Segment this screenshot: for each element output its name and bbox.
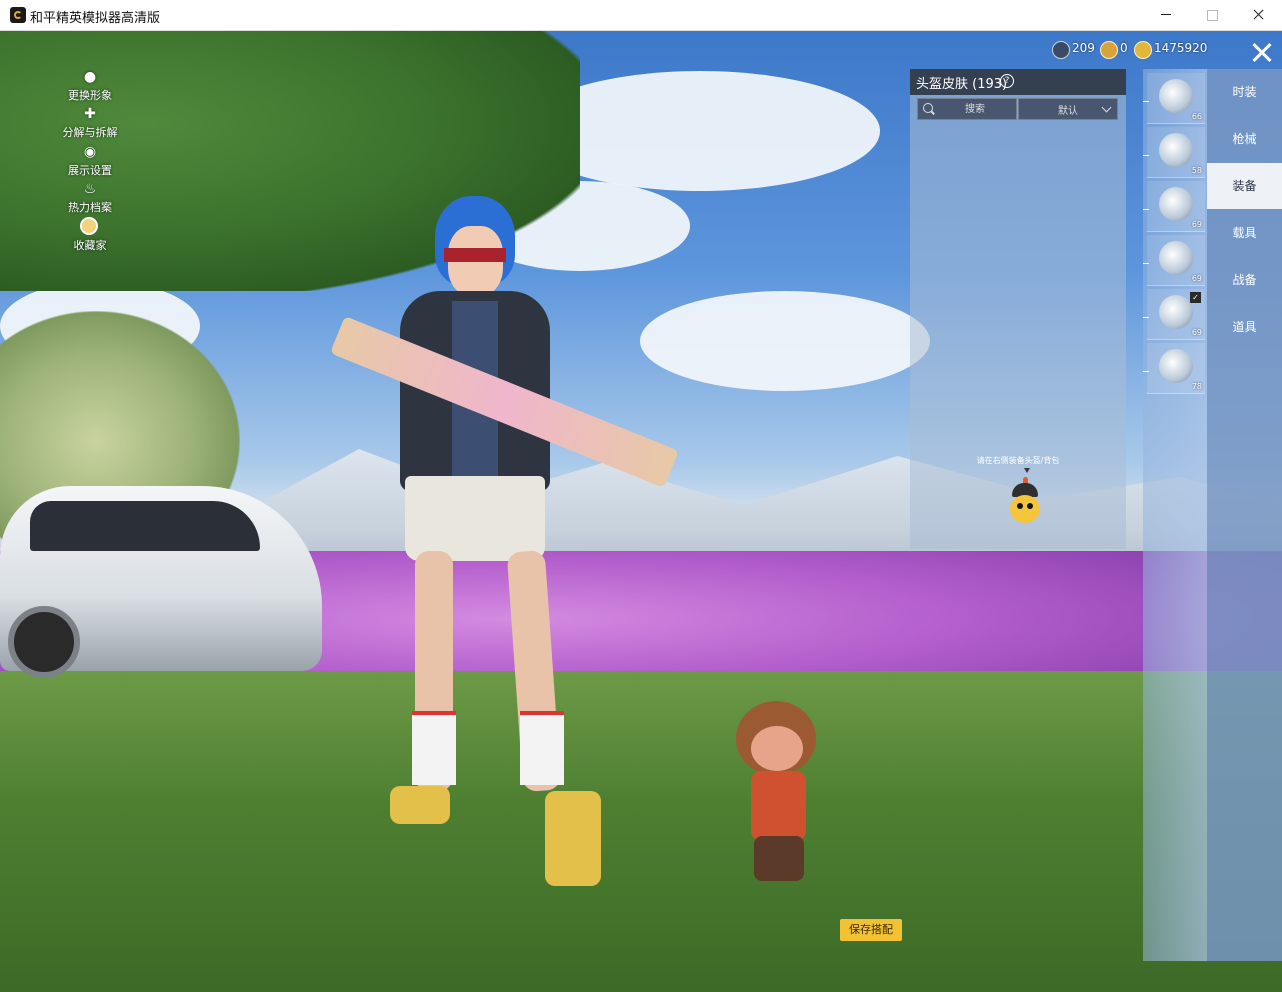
tab-weapons[interactable]: 枪械 (1207, 116, 1282, 162)
character-shoe (545, 791, 601, 886)
menu-label: 热力档案 (68, 201, 112, 214)
currency-value: 0 (1120, 41, 1128, 55)
category-sidebar: 时装 枪械 装备 载具 战备 道具 (1207, 69, 1282, 961)
item-slot[interactable]: 66 (1143, 73, 1205, 124)
character-blindfold (444, 248, 506, 262)
hint-arrow-icon (1024, 468, 1030, 473)
search-input[interactable] (936, 99, 1014, 119)
pet-face (751, 726, 803, 771)
app-icon (10, 7, 26, 23)
mascot-eye (1027, 503, 1033, 509)
close-icon[interactable] (1247, 37, 1277, 67)
item-slot[interactable]: 69 (1143, 235, 1205, 286)
pet-legs (754, 836, 804, 881)
item-tick (1143, 209, 1149, 210)
item-tick (1143, 101, 1149, 102)
item-slot[interactable]: ✓ 69 (1143, 289, 1205, 340)
meadow-ground (0, 671, 1282, 992)
helmet-skin-icon (1159, 79, 1193, 113)
helmet-skin-icon (1159, 241, 1193, 275)
tab-props[interactable]: 道具 (1207, 304, 1282, 350)
help-icon[interactable]: ? (1000, 74, 1014, 88)
coin-blue-icon (1052, 41, 1070, 59)
search-box[interactable] (917, 98, 1017, 120)
cloud (640, 291, 930, 391)
tab-vehicles[interactable]: 载具 (1207, 210, 1282, 256)
menu-heat-profile[interactable]: ♨ 热力档案 (50, 181, 130, 215)
currency-value: 1475920 (1154, 41, 1208, 55)
tab-equipment[interactable]: 装备 (1207, 163, 1282, 209)
item-slot[interactable]: 78 (1143, 343, 1205, 394)
close-window-button[interactable] (1235, 0, 1281, 30)
menu-change-appearance[interactable]: ● 更换形象 (50, 69, 130, 103)
helmet-skin-icon (1159, 187, 1193, 221)
menu-collector[interactable]: 收藏家 (50, 217, 130, 253)
sort-label: 默认 (1058, 106, 1078, 117)
car-window (30, 501, 260, 551)
item-tag-icon: ✓ (1190, 292, 1201, 303)
mascot-eye (1017, 503, 1023, 509)
item-slot[interactable]: 69 (1143, 181, 1205, 232)
tab-combat-gear[interactable]: 战备 (1207, 257, 1282, 303)
coin-gold-a-icon (1100, 41, 1118, 59)
person-icon: ● (83, 69, 97, 85)
tab-fashion[interactable]: 时装 (1207, 69, 1282, 115)
item-tick (1143, 155, 1149, 156)
helmet-skin-icon (1159, 295, 1193, 329)
window-title: 和平精英模拟器高清版 (30, 11, 161, 26)
mascot-body (1010, 495, 1040, 523)
item-tick (1143, 371, 1149, 372)
collector-badge-icon (80, 217, 98, 235)
pet-companion[interactable] (726, 701, 836, 901)
helmet-skin-panel: 头盔皮肤 (193) ? 默认 请在右侧装备头盔/背包 (910, 69, 1126, 549)
character-shorts (405, 476, 545, 561)
item-count: 66 (1191, 112, 1202, 121)
menu-display-settings[interactable]: ◉ 展示设置 (50, 144, 130, 178)
item-count: 69 (1191, 220, 1202, 229)
minimize-button[interactable] (1143, 0, 1189, 30)
car-wheel (8, 606, 80, 678)
item-list: 66 58 69 69 ✓ 69 78 (1143, 69, 1207, 961)
menu-label: 分解与拆解 (62, 126, 118, 139)
menu-label: 收藏家 (73, 239, 107, 252)
save-outfit-button[interactable]: 保存搭配 (840, 919, 902, 941)
character-shoe (390, 786, 450, 824)
flame-icon: ♨ (83, 181, 97, 197)
menu-label: 更换形象 (68, 89, 112, 102)
menu-label: 展示设置 (68, 164, 112, 177)
eye-icon: ◉ (83, 144, 97, 160)
item-tick (1143, 317, 1149, 318)
item-slot[interactable]: 58 (1143, 127, 1205, 178)
empty-hint: 请在右侧装备头盔/背包 (976, 456, 1060, 465)
coin-gold-icon (1134, 41, 1152, 59)
player-character[interactable] (360, 191, 601, 891)
puzzle-icon: ✚ (84, 106, 96, 122)
character-sock (520, 711, 564, 785)
item-count: 58 (1191, 166, 1202, 175)
helmet-skin-icon (1159, 349, 1193, 383)
menu-decompose[interactable]: ✚ 分解与拆解 (50, 106, 130, 140)
item-count: 69 (1191, 274, 1202, 283)
panel-header: 头盔皮肤 (193) ? (910, 69, 1126, 95)
currency-value: 209 (1072, 41, 1095, 55)
character-sock (412, 711, 456, 785)
maximize-button[interactable] (1189, 0, 1235, 30)
mascot-icon (1006, 477, 1044, 529)
item-tick (1143, 263, 1149, 264)
search-icon (923, 103, 933, 113)
window-titlebar: 和平精英模拟器高清版 (0, 0, 1282, 31)
pet-body (751, 771, 806, 841)
item-count: 69 (1191, 328, 1202, 337)
helmet-skin-icon (1159, 133, 1193, 167)
item-count: 78 (1191, 382, 1202, 391)
panel-title: 头盔皮肤 (193) (916, 77, 1008, 92)
sort-dropdown[interactable]: 默认 (1018, 98, 1118, 120)
